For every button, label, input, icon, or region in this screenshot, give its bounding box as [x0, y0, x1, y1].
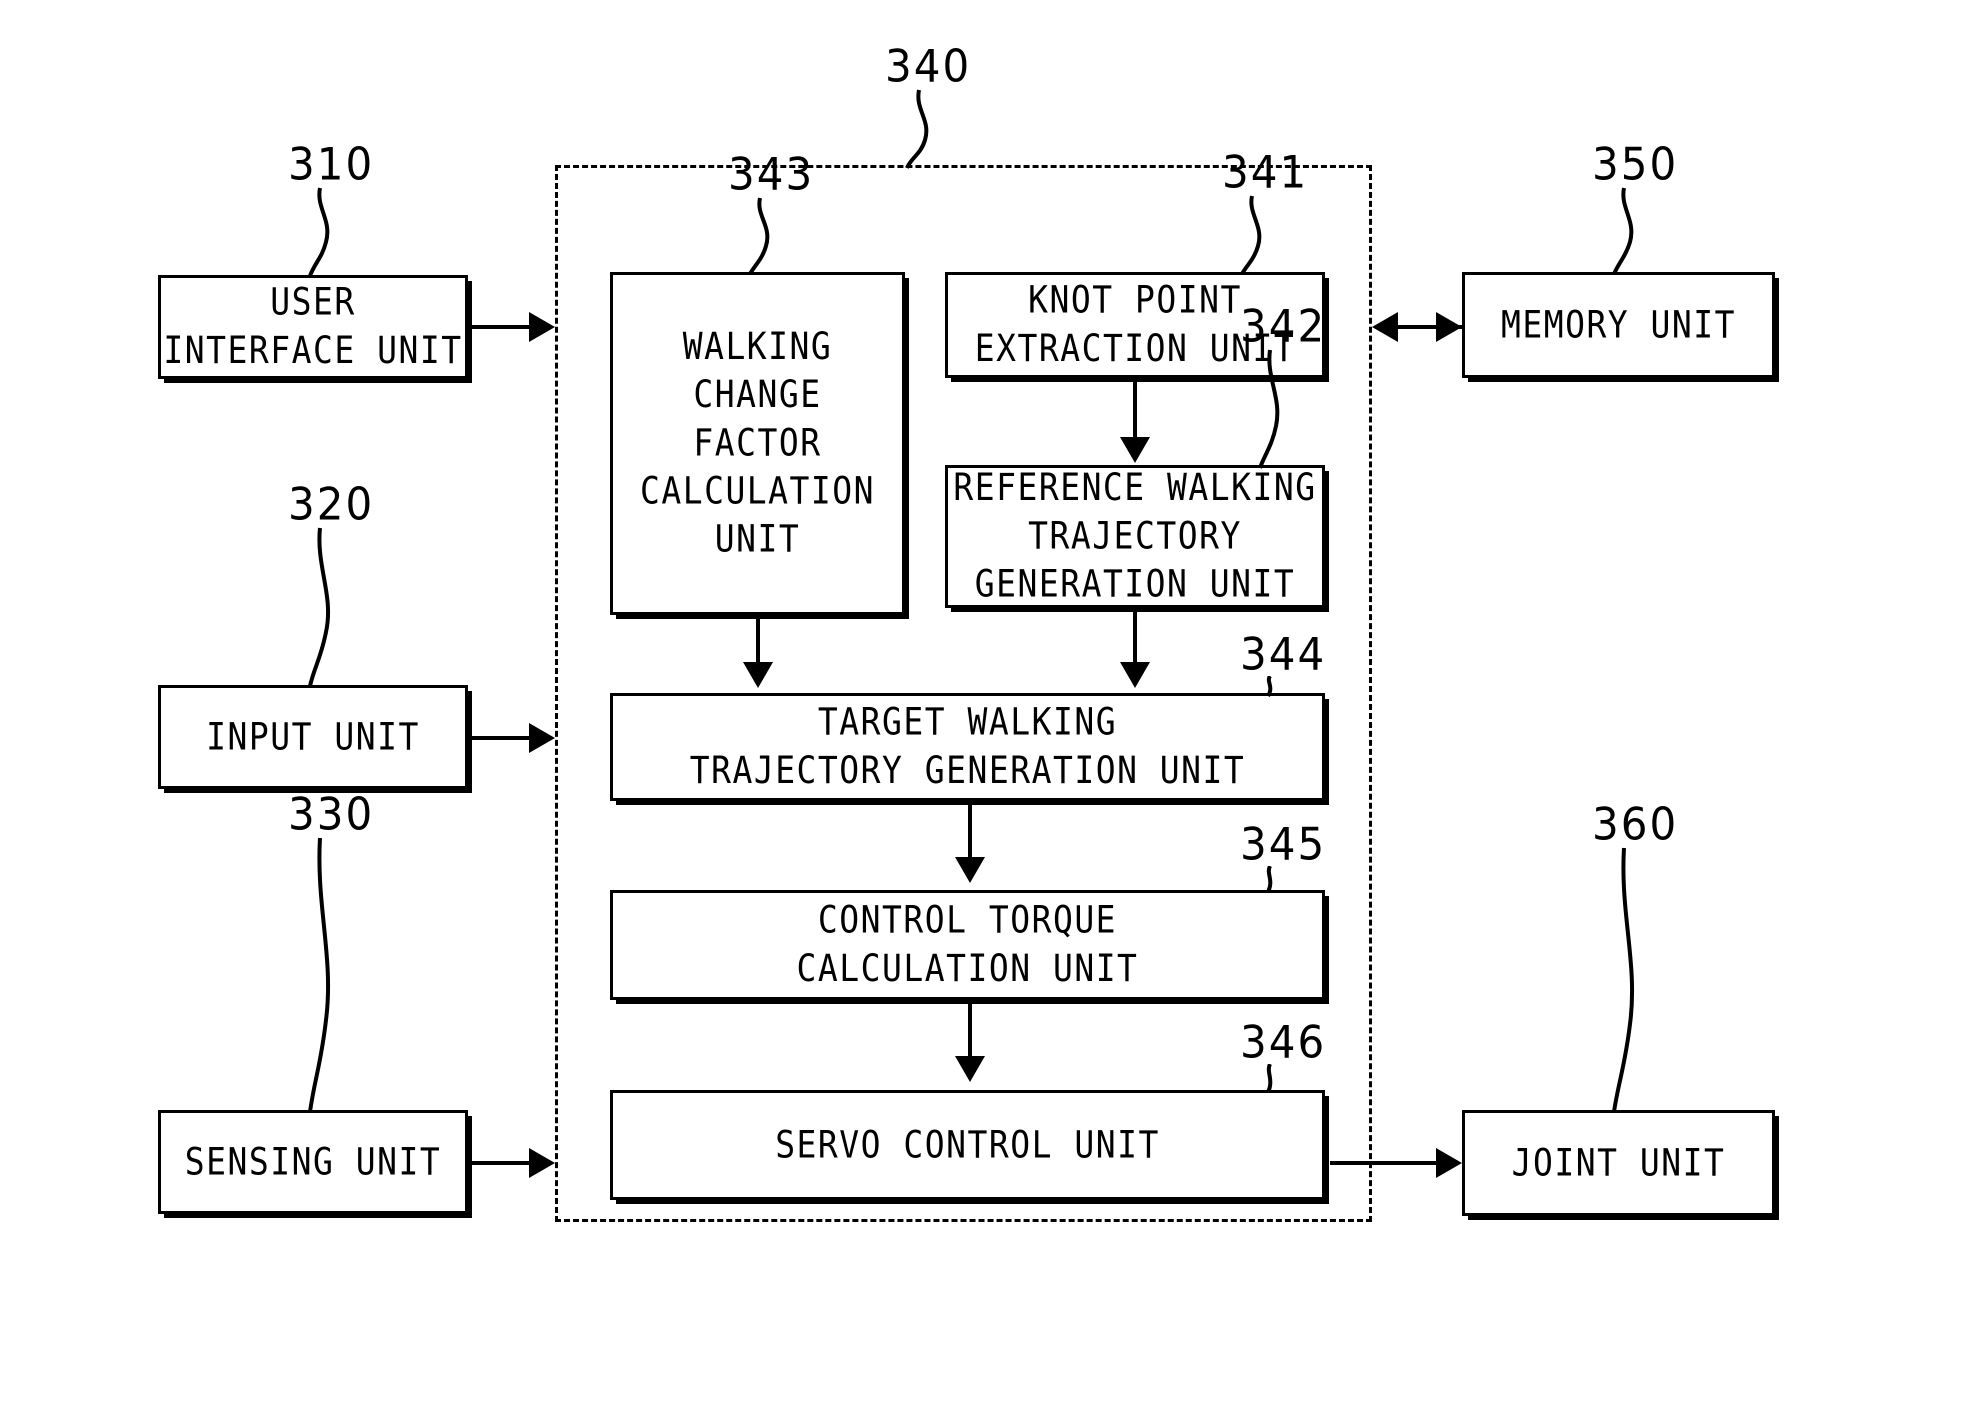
block-walking-change-factor-calculation-unit[interactable]: WALKING CHANGE FACTOR CALCULATION UNIT — [610, 272, 905, 615]
block-input-unit[interactable]: INPUT UNIT — [158, 685, 468, 789]
connector-input-to-control — [471, 736, 531, 740]
ref-numeral-346: 346 — [1240, 1016, 1327, 1069]
ref-numeral-340: 340 — [885, 40, 972, 93]
block-reference-walking-trajectory-generation-unit[interactable]: REFERENCE WALKING TRAJECTORY GENERATION … — [945, 465, 1325, 608]
leader-line-330 — [308, 837, 331, 1113]
ref-numeral-342: 342 — [1240, 300, 1327, 353]
ref-numeral-320: 320 — [288, 478, 375, 531]
arrowhead-memory-to-control — [1372, 312, 1398, 342]
ref-numeral-343: 343 — [728, 148, 815, 201]
connector-target-to-control-torque — [968, 804, 972, 859]
arrowhead-control-torque-to-servo — [955, 1056, 985, 1082]
leader-line-341 — [1240, 195, 1262, 275]
connector-reference-to-target — [1133, 611, 1137, 666]
ref-numeral-310: 310 — [288, 138, 375, 191]
block-target-walking-trajectory-generation-unit-label: TARGET WALKING TRAJECTORY GENERATION UNI… — [689, 700, 1246, 792]
block-control-torque-calculation-unit-label: CONTROL TORQUE CALCULATION UNIT — [796, 898, 1139, 990]
ref-numeral-350: 350 — [1592, 138, 1679, 191]
block-walking-change-factor-calculation-unit-label: WALKING CHANGE FACTOR CALCULATION UNIT — [639, 324, 876, 561]
arrowhead-reference-to-target — [1120, 662, 1150, 688]
leader-line-346 — [1266, 1064, 1273, 1093]
block-servo-control-unit-label: SERVO CONTROL UNIT — [775, 1122, 1160, 1166]
connector-user-interface-to-control — [471, 325, 531, 329]
connector-sensing-to-control — [471, 1161, 531, 1165]
leader-line-360 — [1612, 847, 1635, 1113]
arrowhead-sensing-to-control — [529, 1148, 555, 1178]
figure-canvas: 340 USER INTERFACE UNIT 310 INPUT UNIT 3… — [0, 0, 1981, 1414]
block-memory-unit[interactable]: MEMORY UNIT — [1462, 272, 1775, 378]
leader-line-344 — [1266, 676, 1273, 698]
leader-line-345 — [1266, 866, 1273, 893]
block-control-torque-calculation-unit[interactable]: CONTROL TORQUE CALCULATION UNIT — [610, 890, 1325, 1000]
block-target-walking-trajectory-generation-unit[interactable]: TARGET WALKING TRAJECTORY GENERATION UNI… — [610, 693, 1325, 801]
block-reference-walking-trajectory-generation-unit-label: REFERENCE WALKING TRAJECTORY GENERATION … — [953, 465, 1317, 606]
arrowhead-knot-to-reference — [1120, 437, 1150, 463]
leader-line-342 — [1258, 349, 1280, 469]
arrowhead-walking-change-to-target — [743, 662, 773, 688]
block-joint-unit[interactable]: JOINT UNIT — [1462, 1110, 1775, 1216]
ref-numeral-330: 330 — [288, 788, 375, 841]
ref-numeral-360: 360 — [1592, 798, 1679, 851]
connector-control-torque-to-servo — [968, 1003, 972, 1058]
connector-servo-to-joint — [1330, 1161, 1436, 1165]
arrowhead-servo-to-joint — [1436, 1148, 1462, 1178]
block-servo-control-unit[interactable]: SERVO CONTROL UNIT — [610, 1090, 1325, 1200]
arrowhead-user-interface-to-control — [529, 312, 555, 342]
block-memory-unit-label: MEMORY UNIT — [1500, 302, 1737, 346]
ref-numeral-344: 344 — [1240, 628, 1327, 681]
block-sensing-unit[interactable]: SENSING UNIT — [158, 1110, 468, 1214]
leader-line-340 — [905, 89, 929, 169]
arrowhead-control-to-memory — [1436, 312, 1462, 342]
connector-walking-change-to-target — [756, 618, 760, 666]
block-user-interface-unit[interactable]: USER INTERFACE UNIT — [158, 275, 468, 379]
arrowhead-target-to-control-torque — [955, 857, 985, 883]
arrowhead-input-to-control — [529, 723, 555, 753]
ref-numeral-345: 345 — [1240, 818, 1327, 871]
leader-line-343 — [748, 197, 770, 275]
leader-line-320 — [308, 527, 331, 687]
block-sensing-unit-label: SENSING UNIT — [184, 1139, 442, 1183]
block-joint-unit-label: JOINT UNIT — [1511, 1140, 1726, 1184]
ref-numeral-341: 341 — [1222, 146, 1309, 199]
block-user-interface-unit-label: USER INTERFACE UNIT — [163, 280, 463, 372]
connector-knot-to-reference — [1133, 381, 1137, 441]
block-input-unit-label: INPUT UNIT — [206, 714, 420, 758]
leader-line-350 — [1612, 187, 1634, 275]
leader-line-310 — [308, 187, 330, 277]
